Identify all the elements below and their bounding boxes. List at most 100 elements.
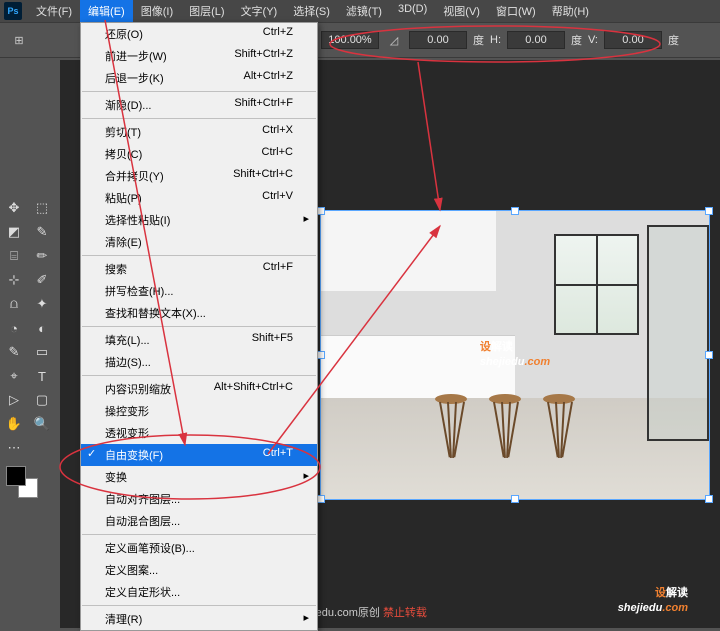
tool-7-0[interactable]: ⌖ bbox=[0, 364, 28, 388]
app-logo: Ps bbox=[4, 2, 22, 20]
tool-10-0[interactable]: ⋯ bbox=[0, 436, 28, 460]
tool-9-1[interactable]: 🔍 bbox=[28, 412, 56, 436]
menu-item-1[interactable]: 编辑(E) bbox=[80, 0, 133, 22]
tool-4-0[interactable]: ⩍ bbox=[0, 292, 28, 316]
tool-2-1[interactable]: ✏ bbox=[28, 244, 56, 268]
menu-entry[interactable]: 拷贝(C)Ctrl+C bbox=[81, 143, 317, 165]
menu-item-2[interactable]: 图像(I) bbox=[133, 0, 181, 22]
tool-9-0[interactable]: ✋ bbox=[0, 412, 28, 436]
tool-3-1[interactable]: ✐ bbox=[28, 268, 56, 292]
h-percent-input[interactable] bbox=[321, 31, 379, 49]
tool-7-1[interactable]: T bbox=[28, 364, 56, 388]
menu-entry[interactable]: 粘贴(P)Ctrl+V bbox=[81, 187, 317, 209]
menu-separator bbox=[82, 375, 316, 376]
menu-entry[interactable]: 填充(L)...Shift+F5 bbox=[81, 329, 317, 351]
menu-entry[interactable]: 拼写检查(H)... bbox=[81, 280, 317, 302]
tool-5-1[interactable]: ◐ bbox=[28, 316, 56, 340]
menu-entry[interactable]: 查找和替换文本(X)... bbox=[81, 302, 317, 324]
menu-bar: Ps 文件(F)编辑(E)图像(I)图层(L)文字(Y)选择(S)滤镜(T)3D… bbox=[0, 0, 720, 22]
menu-item-6[interactable]: 滤镜(T) bbox=[338, 0, 390, 22]
menu-entry-shortcut: Shift+F5 bbox=[252, 332, 293, 348]
tool-4-1[interactable]: ✦ bbox=[28, 292, 56, 316]
menu-entry-label: 拷贝(C) bbox=[105, 146, 142, 162]
tool-2-0[interactable]: ⌸ bbox=[0, 244, 28, 268]
menu-entry[interactable]: 清理(R)▸ bbox=[81, 608, 317, 630]
menu-entry[interactable]: 还原(O)Ctrl+Z bbox=[81, 23, 317, 45]
menu-entry-label: 自动混合图层... bbox=[105, 513, 180, 529]
menu-entry[interactable]: 定义自定形状... bbox=[81, 581, 317, 603]
menu-entry[interactable]: 清除(E) bbox=[81, 231, 317, 253]
menu-entry-label: 合并拷贝(Y) bbox=[105, 168, 164, 184]
tool-8-0[interactable]: ▷ bbox=[0, 388, 28, 412]
menu-separator bbox=[82, 91, 316, 92]
menu-entry-shortcut: Shift+Ctrl+C bbox=[233, 168, 293, 184]
menu-entry[interactable]: 自动对齐图层... bbox=[81, 488, 317, 510]
h-skew-input[interactable] bbox=[507, 31, 565, 49]
menu-separator bbox=[82, 534, 316, 535]
transform-handle-br[interactable] bbox=[705, 495, 713, 503]
menu-entry[interactable]: 搜索Ctrl+F bbox=[81, 258, 317, 280]
tool-3-0[interactable]: ⊹ bbox=[0, 268, 28, 292]
menu-item-7[interactable]: 3D(D) bbox=[390, 0, 435, 22]
menu-entry-label: 后退一步(K) bbox=[105, 70, 164, 86]
v-unit: 度 bbox=[571, 32, 582, 48]
transform-handle-bc[interactable] bbox=[511, 495, 519, 503]
tool-6-1[interactable]: ▭ bbox=[28, 340, 56, 364]
menu-entry[interactable]: 定义画笔预设(B)... bbox=[81, 537, 317, 559]
transform-handle-bl[interactable] bbox=[317, 495, 325, 503]
transform-handle-ml[interactable] bbox=[317, 351, 325, 359]
menu-separator bbox=[82, 326, 316, 327]
menu-entry[interactable]: 渐隐(D)...Shift+Ctrl+F bbox=[81, 94, 317, 116]
menu-entry[interactable]: 透视变形 bbox=[81, 422, 317, 444]
angle-input[interactable] bbox=[409, 31, 467, 49]
transform-handle-tl[interactable] bbox=[317, 207, 325, 215]
menu-entry[interactable]: 剪切(T)Ctrl+X bbox=[81, 121, 317, 143]
tool-5-0[interactable]: ◔ bbox=[0, 316, 28, 340]
menu-entry[interactable]: 选择性粘贴(I)▸ bbox=[81, 209, 317, 231]
menu-entry-label: 选择性粘贴(I) bbox=[105, 212, 170, 228]
menu-item-10[interactable]: 帮助(H) bbox=[544, 0, 597, 22]
h2-label: H: bbox=[490, 34, 501, 46]
menu-entry[interactable]: 描边(S)... bbox=[81, 351, 317, 373]
menu-entry-shortcut: Ctrl+T bbox=[263, 447, 293, 463]
menu-item-3[interactable]: 图层(L) bbox=[181, 0, 232, 22]
watermark-bottom: 设解读 shejiedu.com bbox=[618, 576, 688, 614]
tool-6-0[interactable]: ✎ bbox=[0, 340, 28, 364]
menu-entry[interactable]: 定义图案... bbox=[81, 559, 317, 581]
tool-8-1[interactable]: ▢ bbox=[28, 388, 56, 412]
menu-entry[interactable]: 前进一步(W)Shift+Ctrl+Z bbox=[81, 45, 317, 67]
menu-entry-label: 内容识别缩放 bbox=[105, 381, 171, 397]
transform-handle-tr[interactable] bbox=[705, 207, 713, 215]
tool-1-1[interactable]: ✎ bbox=[28, 220, 56, 244]
menu-entry-label: 自动对齐图层... bbox=[105, 491, 180, 507]
transform-bounding-box[interactable]: 设解读 shejiedu.com bbox=[320, 210, 710, 500]
menu-entry[interactable]: 内容识别缩放Alt+Shift+Ctrl+C bbox=[81, 378, 317, 400]
transform-handle-mr[interactable] bbox=[705, 351, 713, 359]
menu-entry[interactable]: 合并拷贝(Y) Shift+Ctrl+C bbox=[81, 165, 317, 187]
menu-item-4[interactable]: 文字(Y) bbox=[233, 0, 286, 22]
transform-handle-tc[interactable] bbox=[511, 207, 519, 215]
menu-entry-shortcut: Alt+Ctrl+Z bbox=[243, 70, 293, 86]
v-label: V: bbox=[588, 34, 598, 46]
tool-0-0[interactable]: ✥ bbox=[0, 196, 28, 220]
tool-0-1[interactable]: ⬚ bbox=[28, 196, 56, 220]
menu-item-5[interactable]: 选择(S) bbox=[285, 0, 338, 22]
tool-1-0[interactable]: ◩ bbox=[0, 220, 28, 244]
angle-unit: 度 bbox=[473, 32, 484, 48]
menu-item-0[interactable]: 文件(F) bbox=[28, 0, 80, 22]
color-swatches[interactable] bbox=[0, 460, 56, 500]
menu-entry[interactable]: 后退一步(K) Alt+Ctrl+Z bbox=[81, 67, 317, 89]
toolbox: ✥⬚◩✎⌸✏⊹✐⩍✦◔◐✎▭⌖T▷▢✋🔍⋯ bbox=[0, 196, 56, 500]
foreground-swatch[interactable] bbox=[6, 466, 26, 486]
menu-entry[interactable]: 自动混合图层... bbox=[81, 510, 317, 532]
menu-entry[interactable]: ✓自由变换(F)Ctrl+T bbox=[81, 444, 317, 466]
menu-item-9[interactable]: 窗口(W) bbox=[488, 0, 544, 22]
menu-entry-label: 定义画笔预设(B)... bbox=[105, 540, 195, 556]
menu-item-8[interactable]: 视图(V) bbox=[435, 0, 488, 22]
menu-entry[interactable]: 变换▸ bbox=[81, 466, 317, 488]
menu-entry-label: 前进一步(W) bbox=[105, 48, 167, 64]
menu-entry[interactable]: 操控变形 bbox=[81, 400, 317, 422]
transform-ref-icon[interactable]: ⊞ bbox=[10, 31, 28, 49]
v-skew-input[interactable] bbox=[604, 31, 662, 49]
document-image: 设解读 shejiedu.com bbox=[321, 211, 709, 499]
